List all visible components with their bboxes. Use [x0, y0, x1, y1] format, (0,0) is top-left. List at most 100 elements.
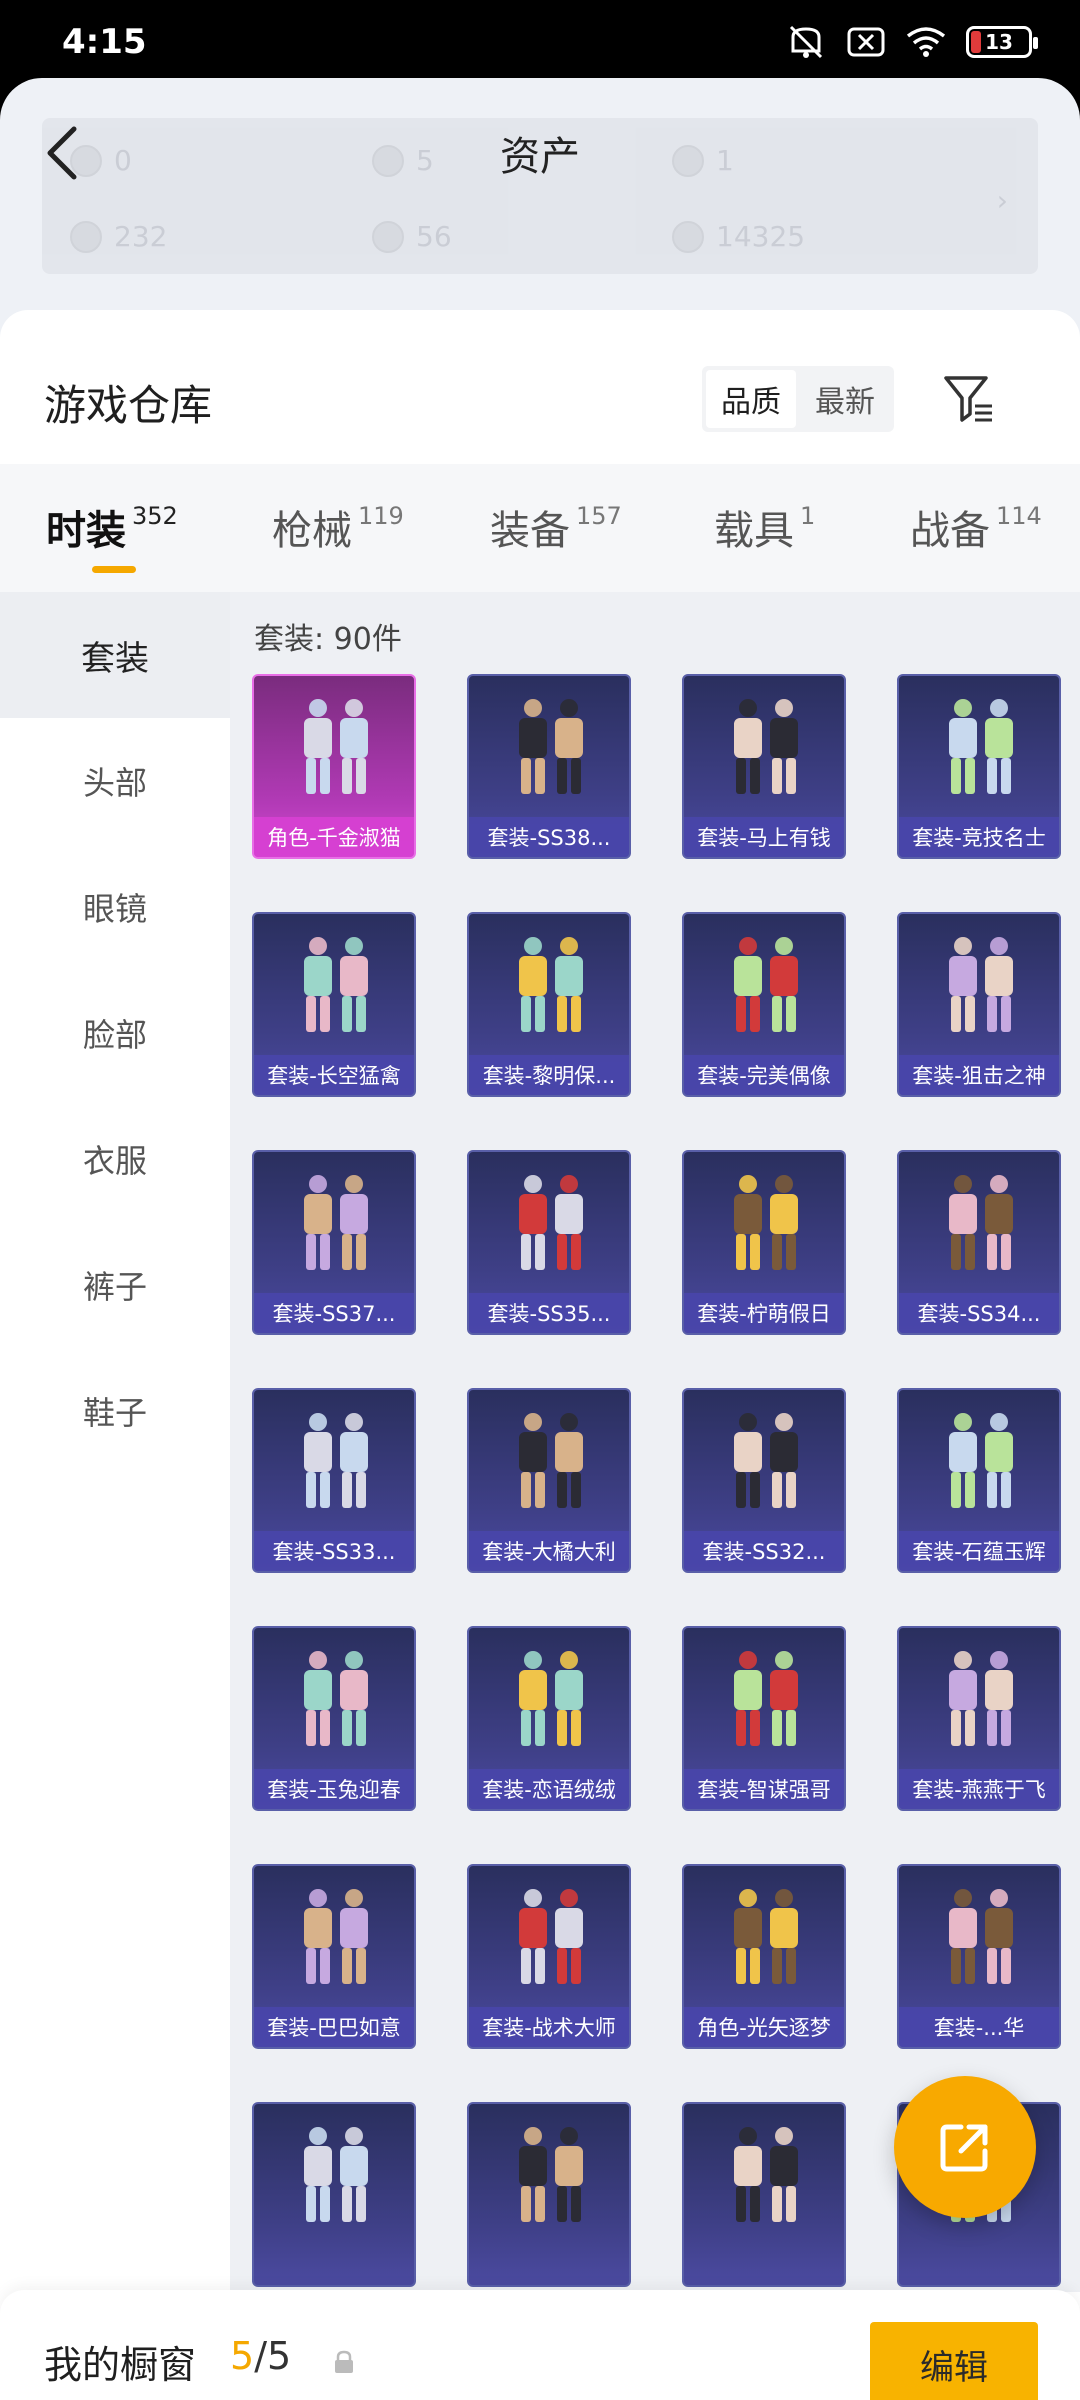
grid-item-name: 套装-完美偶像 — [684, 1055, 844, 1095]
chevron-right-icon: › — [996, 184, 1008, 217]
active-tab-indicator — [92, 566, 136, 573]
showcase-bar: 我的橱窗 5/5 编辑 — [0, 2290, 1080, 2400]
ticket-icon — [70, 220, 102, 253]
grid-item[interactable]: 套装-SS35... — [467, 1150, 631, 1335]
subnav-item-face[interactable]: 脸部 — [0, 970, 230, 1096]
asset-ticket: 232 — [70, 220, 167, 253]
asset-value: 232 — [114, 220, 168, 253]
grid-item[interactable]: 套装-马上有钱 — [682, 674, 846, 859]
outfit-thumbnail — [469, 1878, 629, 2001]
grid-item[interactable]: 角色-千金淑猫 — [252, 674, 416, 859]
outfit-thumbnail — [254, 2116, 414, 2239]
grid-item[interactable]: 套装-恋语绒绒 — [467, 1626, 631, 1811]
grid-item[interactable]: 角色-光矢逐梦 — [682, 1864, 846, 2049]
outfit-thumbnail — [469, 2116, 629, 2239]
subnav-item-suits[interactable]: 套装 — [0, 592, 230, 718]
asset-shell: 14325 — [672, 220, 805, 253]
outfit-thumbnail — [899, 926, 1059, 1049]
grid-item[interactable]: 套装-竞技名士 — [897, 674, 1061, 859]
grid-item[interactable] — [467, 2102, 631, 2287]
share-button[interactable] — [894, 2076, 1036, 2218]
grid-item[interactable] — [252, 2102, 416, 2287]
asset-value: 56 — [416, 220, 452, 253]
grid-item[interactable]: 套装-大橘大利 — [467, 1388, 631, 1573]
outfit-thumbnail — [899, 688, 1059, 811]
tab-combat-supplies[interactable]: 战备 114 — [910, 498, 1042, 556]
grid-item-name: 套装-狙击之神 — [899, 1055, 1059, 1095]
grid-item[interactable]: 套装-SS32... — [682, 1388, 846, 1573]
grid-item[interactable]: 套装-SS38... — [467, 674, 631, 859]
shell-icon — [672, 220, 704, 253]
grid-item-name: 套装-竞技名士 — [899, 817, 1059, 857]
tab-count: 1 — [800, 502, 816, 530]
grid-item-name: 套装-燕燕于飞 — [899, 1769, 1059, 1809]
grid-item[interactable]: 套装-SS37... — [252, 1150, 416, 1335]
close-box-icon — [846, 24, 886, 60]
grid-item-name: 套装-马上有钱 — [684, 817, 844, 857]
pearl-icon — [372, 220, 404, 253]
tab-firearms[interactable]: 枪械 119 — [272, 498, 404, 556]
outfit-thumbnail — [684, 926, 844, 1049]
grid-item-name: 套装-长空猛禽 — [254, 1055, 414, 1095]
lock-icon — [335, 2350, 353, 2373]
outfit-thumbnail — [254, 1640, 414, 1763]
category-tabs: 时装 352 枪械 119 装备 157 载具 1 战备 114 — [0, 464, 1080, 592]
tab-vehicles[interactable]: 载具 1 — [714, 498, 815, 556]
tab-equipment[interactable]: 装备 157 — [490, 498, 622, 556]
outfit-thumbnail — [254, 1164, 414, 1287]
outfit-thumbnail — [469, 1402, 629, 1525]
grid-item[interactable]: 套装-...华 — [897, 1864, 1061, 2049]
edit-button[interactable]: 编辑 — [870, 2322, 1038, 2400]
grid-item[interactable]: 套装-战术大师 — [467, 1864, 631, 2049]
outfit-thumbnail — [254, 926, 414, 1049]
subnav-item-head[interactable]: 头部 — [0, 718, 230, 844]
subnav-item-glasses[interactable]: 眼镜 — [0, 844, 230, 970]
subcategory-nav: 套装 头部 眼镜 脸部 衣服 裤子 鞋子 — [0, 592, 230, 2292]
grid-item[interactable]: 套装-巴巴如意 — [252, 1864, 416, 2049]
external-link-icon — [940, 2124, 988, 2172]
grid-item-name: 角色-千金淑猫 — [254, 817, 414, 857]
grid-item-name: 套装-黎明保... — [469, 1055, 629, 1095]
sort-newest-button[interactable]: 最新 — [800, 370, 890, 428]
status-bar: 4:15 13 — [0, 0, 1080, 80]
grid-item[interactable]: 套装-SS33... — [252, 1388, 416, 1573]
grid-item[interactable]: 套装-柠萌假日 — [682, 1150, 846, 1335]
grid-item-name: 套装-SS35... — [469, 1293, 629, 1333]
outfit-thumbnail — [684, 1640, 844, 1763]
subnav-item-pants[interactable]: 裤子 — [0, 1222, 230, 1348]
tab-count: 157 — [576, 502, 622, 530]
grid-item-name: 套装-柠萌假日 — [684, 1293, 844, 1333]
filter-button[interactable] — [938, 368, 1000, 430]
tab-label: 时装 — [46, 508, 126, 554]
grid-item[interactable]: 套装-完美偶像 — [682, 912, 846, 1097]
grid-item-name: 套装-恋语绒绒 — [469, 1769, 629, 1809]
subnav-item-shoes[interactable]: 鞋子 — [0, 1348, 230, 1474]
grid-item[interactable]: 套装-燕燕于飞 — [897, 1626, 1061, 1811]
tab-label: 战备 — [910, 508, 990, 554]
grid-item-name: 套装-石蕴玉辉 — [899, 1531, 1059, 1571]
items-grid-area: 套装: 90件 角色-千金淑猫 套装-SS38... 套装-马上有钱 套装-竞技名士套… — [230, 592, 1080, 2292]
grid-item-name: 套装-SS38... — [469, 817, 629, 857]
outfit-thumbnail — [254, 688, 414, 811]
tab-label: 枪械 — [272, 508, 352, 554]
showcase-count-total: /5 — [254, 2334, 292, 2378]
grid-item[interactable]: 套装-玉兔迎春 — [252, 1626, 416, 1811]
grid-item[interactable]: 套装-SS34... — [897, 1150, 1061, 1335]
grid-item[interactable]: 套装-石蕴玉辉 — [897, 1388, 1061, 1573]
grid-item-name: 套装-SS32... — [684, 1531, 844, 1571]
outfit-thumbnail — [254, 1878, 414, 2001]
grid-item-name: 套装-战术大师 — [469, 2007, 629, 2047]
tab-fashion[interactable]: 时装 352 — [46, 498, 178, 556]
grid-item-name: 角色-光矢逐梦 — [684, 2007, 844, 2047]
grid-item[interactable]: 套装-狙击之神 — [897, 912, 1061, 1097]
warehouse-title: 游戏仓库 — [44, 381, 213, 430]
tab-label: 载具 — [714, 508, 794, 554]
subnav-item-clothes[interactable]: 衣服 — [0, 1096, 230, 1222]
battery-icon: 13 — [966, 26, 1038, 58]
grid-item[interactable]: 套装-智谋强哥 — [682, 1626, 846, 1811]
grid-item[interactable]: 套装-黎明保... — [467, 912, 631, 1097]
grid-item[interactable]: 套装-长空猛禽 — [252, 912, 416, 1097]
filter-icon — [944, 376, 992, 422]
sort-quality-button[interactable]: 品质 — [706, 370, 796, 428]
grid-item[interactable] — [682, 2102, 846, 2287]
